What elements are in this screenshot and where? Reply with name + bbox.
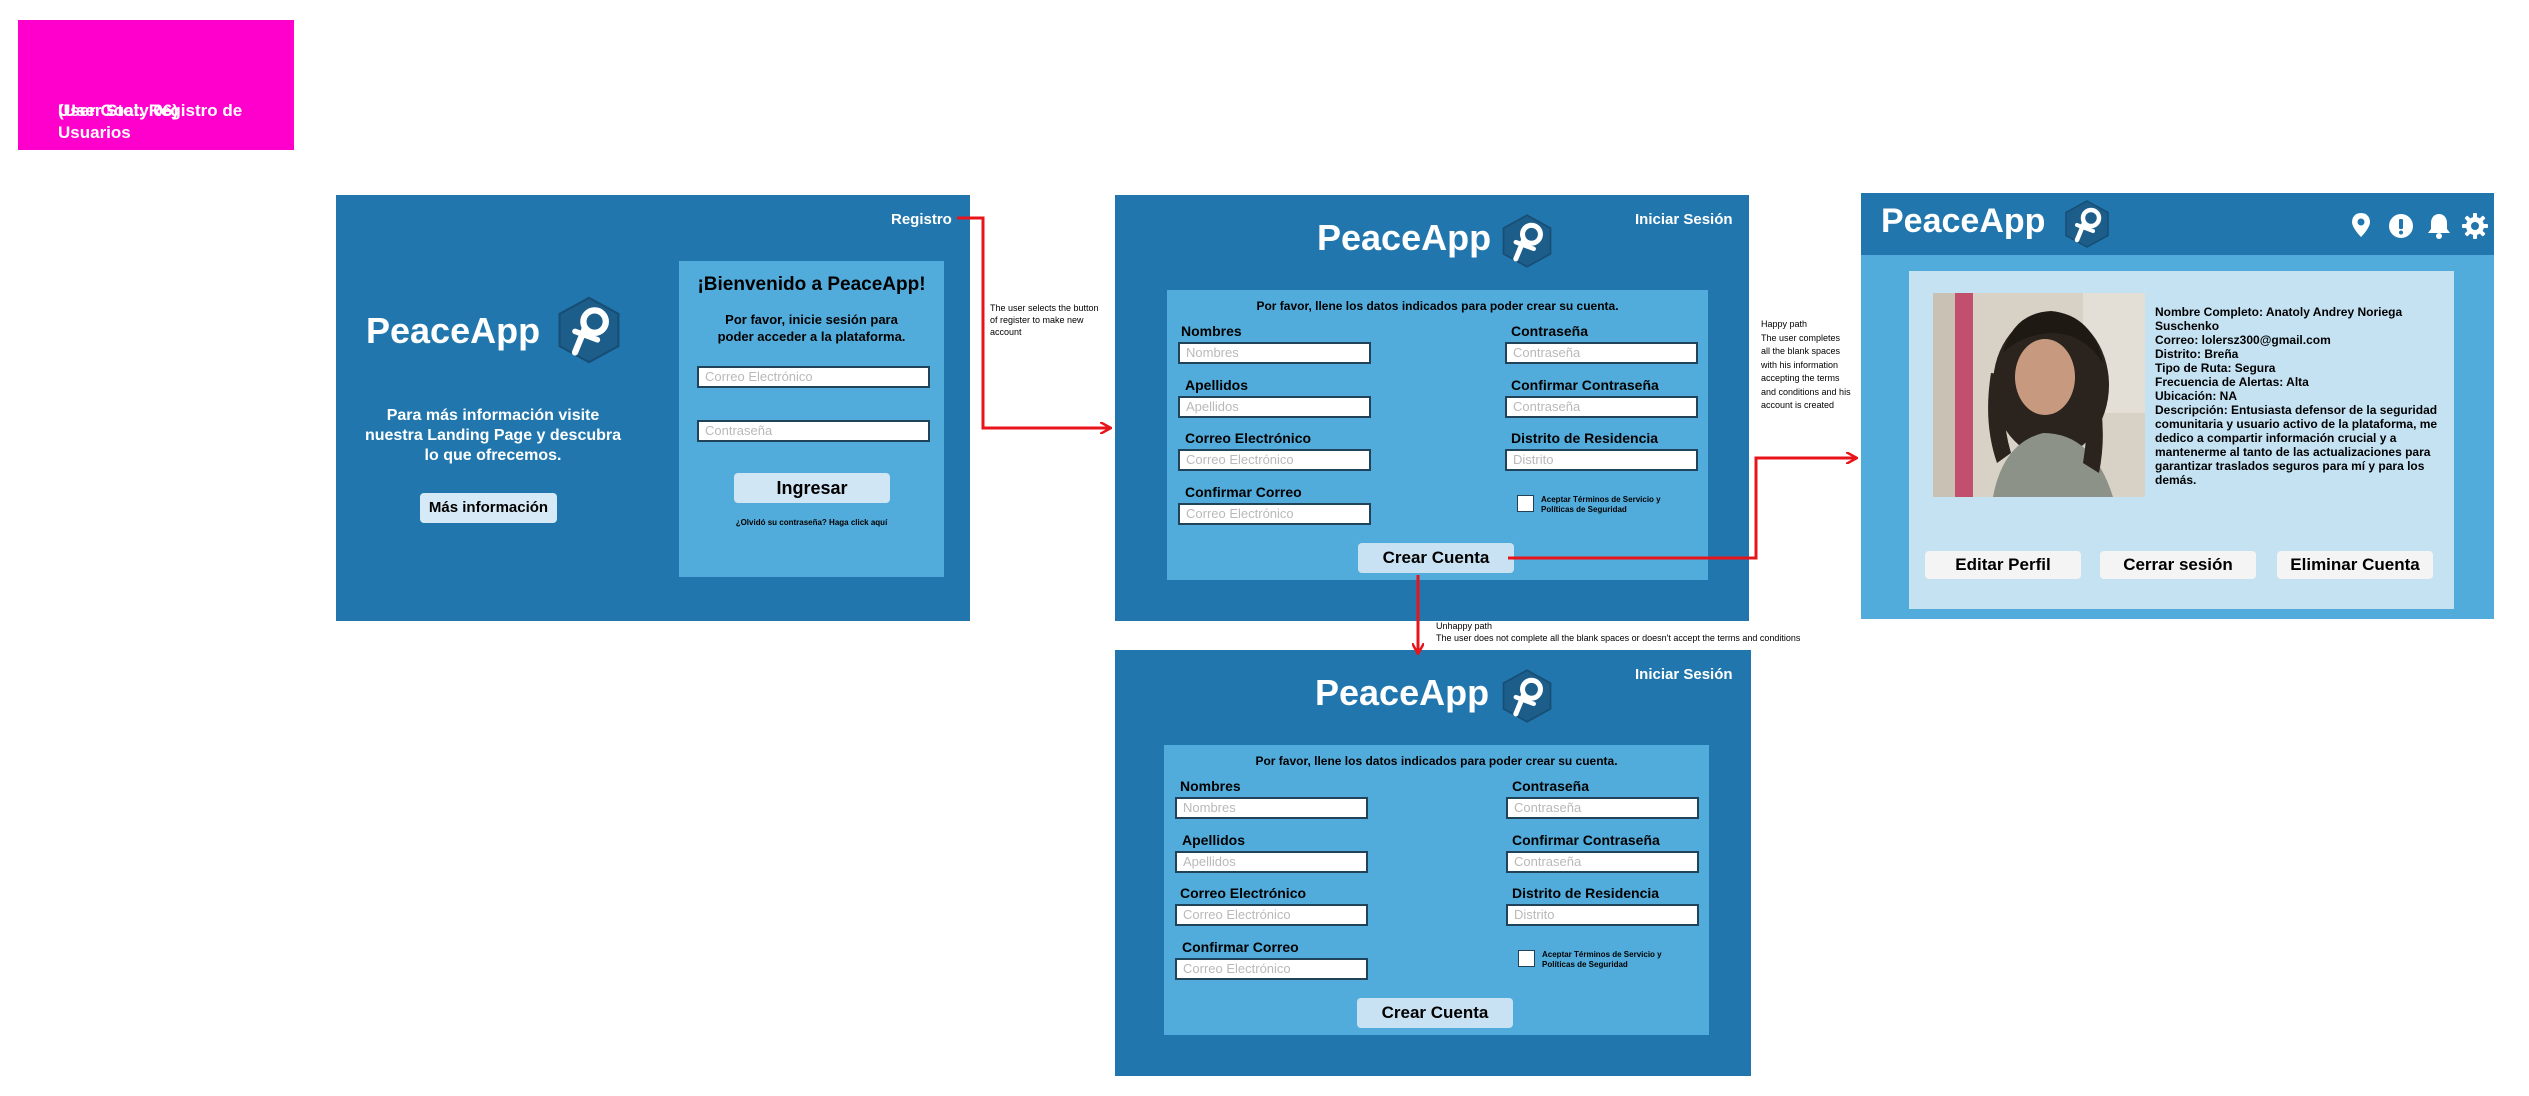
note-line: with his information [1761, 359, 1839, 370]
arrow-register-to-profile [1508, 458, 1856, 560]
note-line: The user completes [1761, 332, 1841, 343]
note-line: Happy path [1761, 319, 1808, 329]
note-line: The user does not complete all the blank… [1436, 633, 1801, 643]
note-line: and conditions and his [1761, 386, 1851, 397]
note-line: account is created [1761, 400, 1835, 410]
note-line: of register to make new [990, 315, 1084, 325]
note-line: The user selects the button [990, 303, 1099, 313]
note-happy-path: Happy path The user completes all the bl… [1761, 318, 1871, 413]
flow-arrows [957, 216, 2529, 1096]
note-unhappy-path: Unhappy path The user does not complete … [1436, 620, 1936, 644]
note-line: account [990, 327, 1022, 337]
note-line: all the blank spaces [1761, 346, 1841, 356]
note-line: accepting the terms [1761, 373, 1840, 383]
note-line: Unhappy path [1436, 621, 1493, 631]
note-to-register: The user selects the button of register … [990, 302, 1115, 338]
